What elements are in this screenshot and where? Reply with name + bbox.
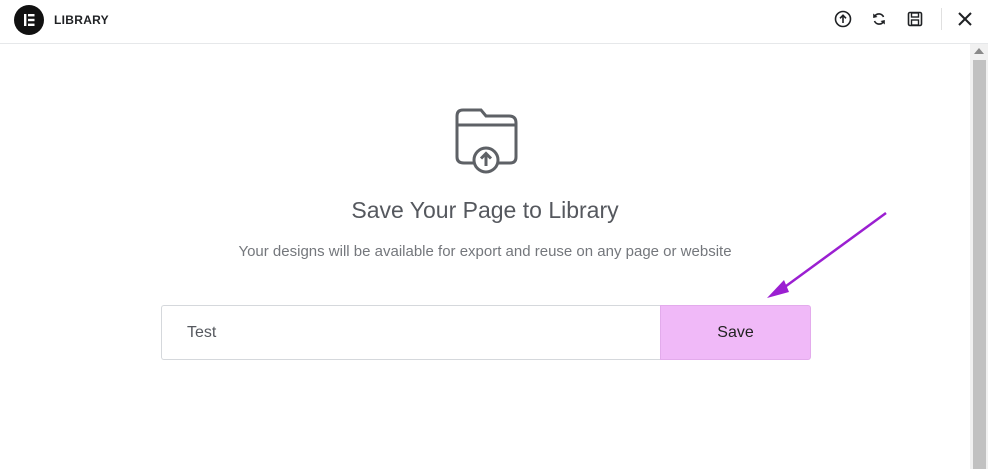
library-header: LIBRARY — [0, 0, 988, 44]
elementor-logo-icon — [14, 5, 44, 35]
sync-icon[interactable] — [869, 9, 889, 29]
save-icon[interactable] — [905, 9, 925, 29]
page-title: Save Your Page to Library — [351, 197, 619, 223]
upload-icon[interactable] — [833, 9, 853, 29]
annotation-arrow-icon — [767, 211, 887, 298]
folder-upload-icon — [450, 106, 522, 181]
close-icon[interactable] — [955, 9, 975, 29]
scroll-up-icon[interactable] — [974, 48, 984, 54]
save-button[interactable]: Save — [660, 305, 811, 360]
scrollbar-thumb[interactable] — [973, 60, 986, 469]
template-name-input[interactable] — [161, 305, 661, 360]
page-description: Your designs will be available for expor… — [238, 243, 732, 260]
header-divider — [941, 8, 942, 30]
modal-title: LIBRARY — [54, 13, 109, 27]
